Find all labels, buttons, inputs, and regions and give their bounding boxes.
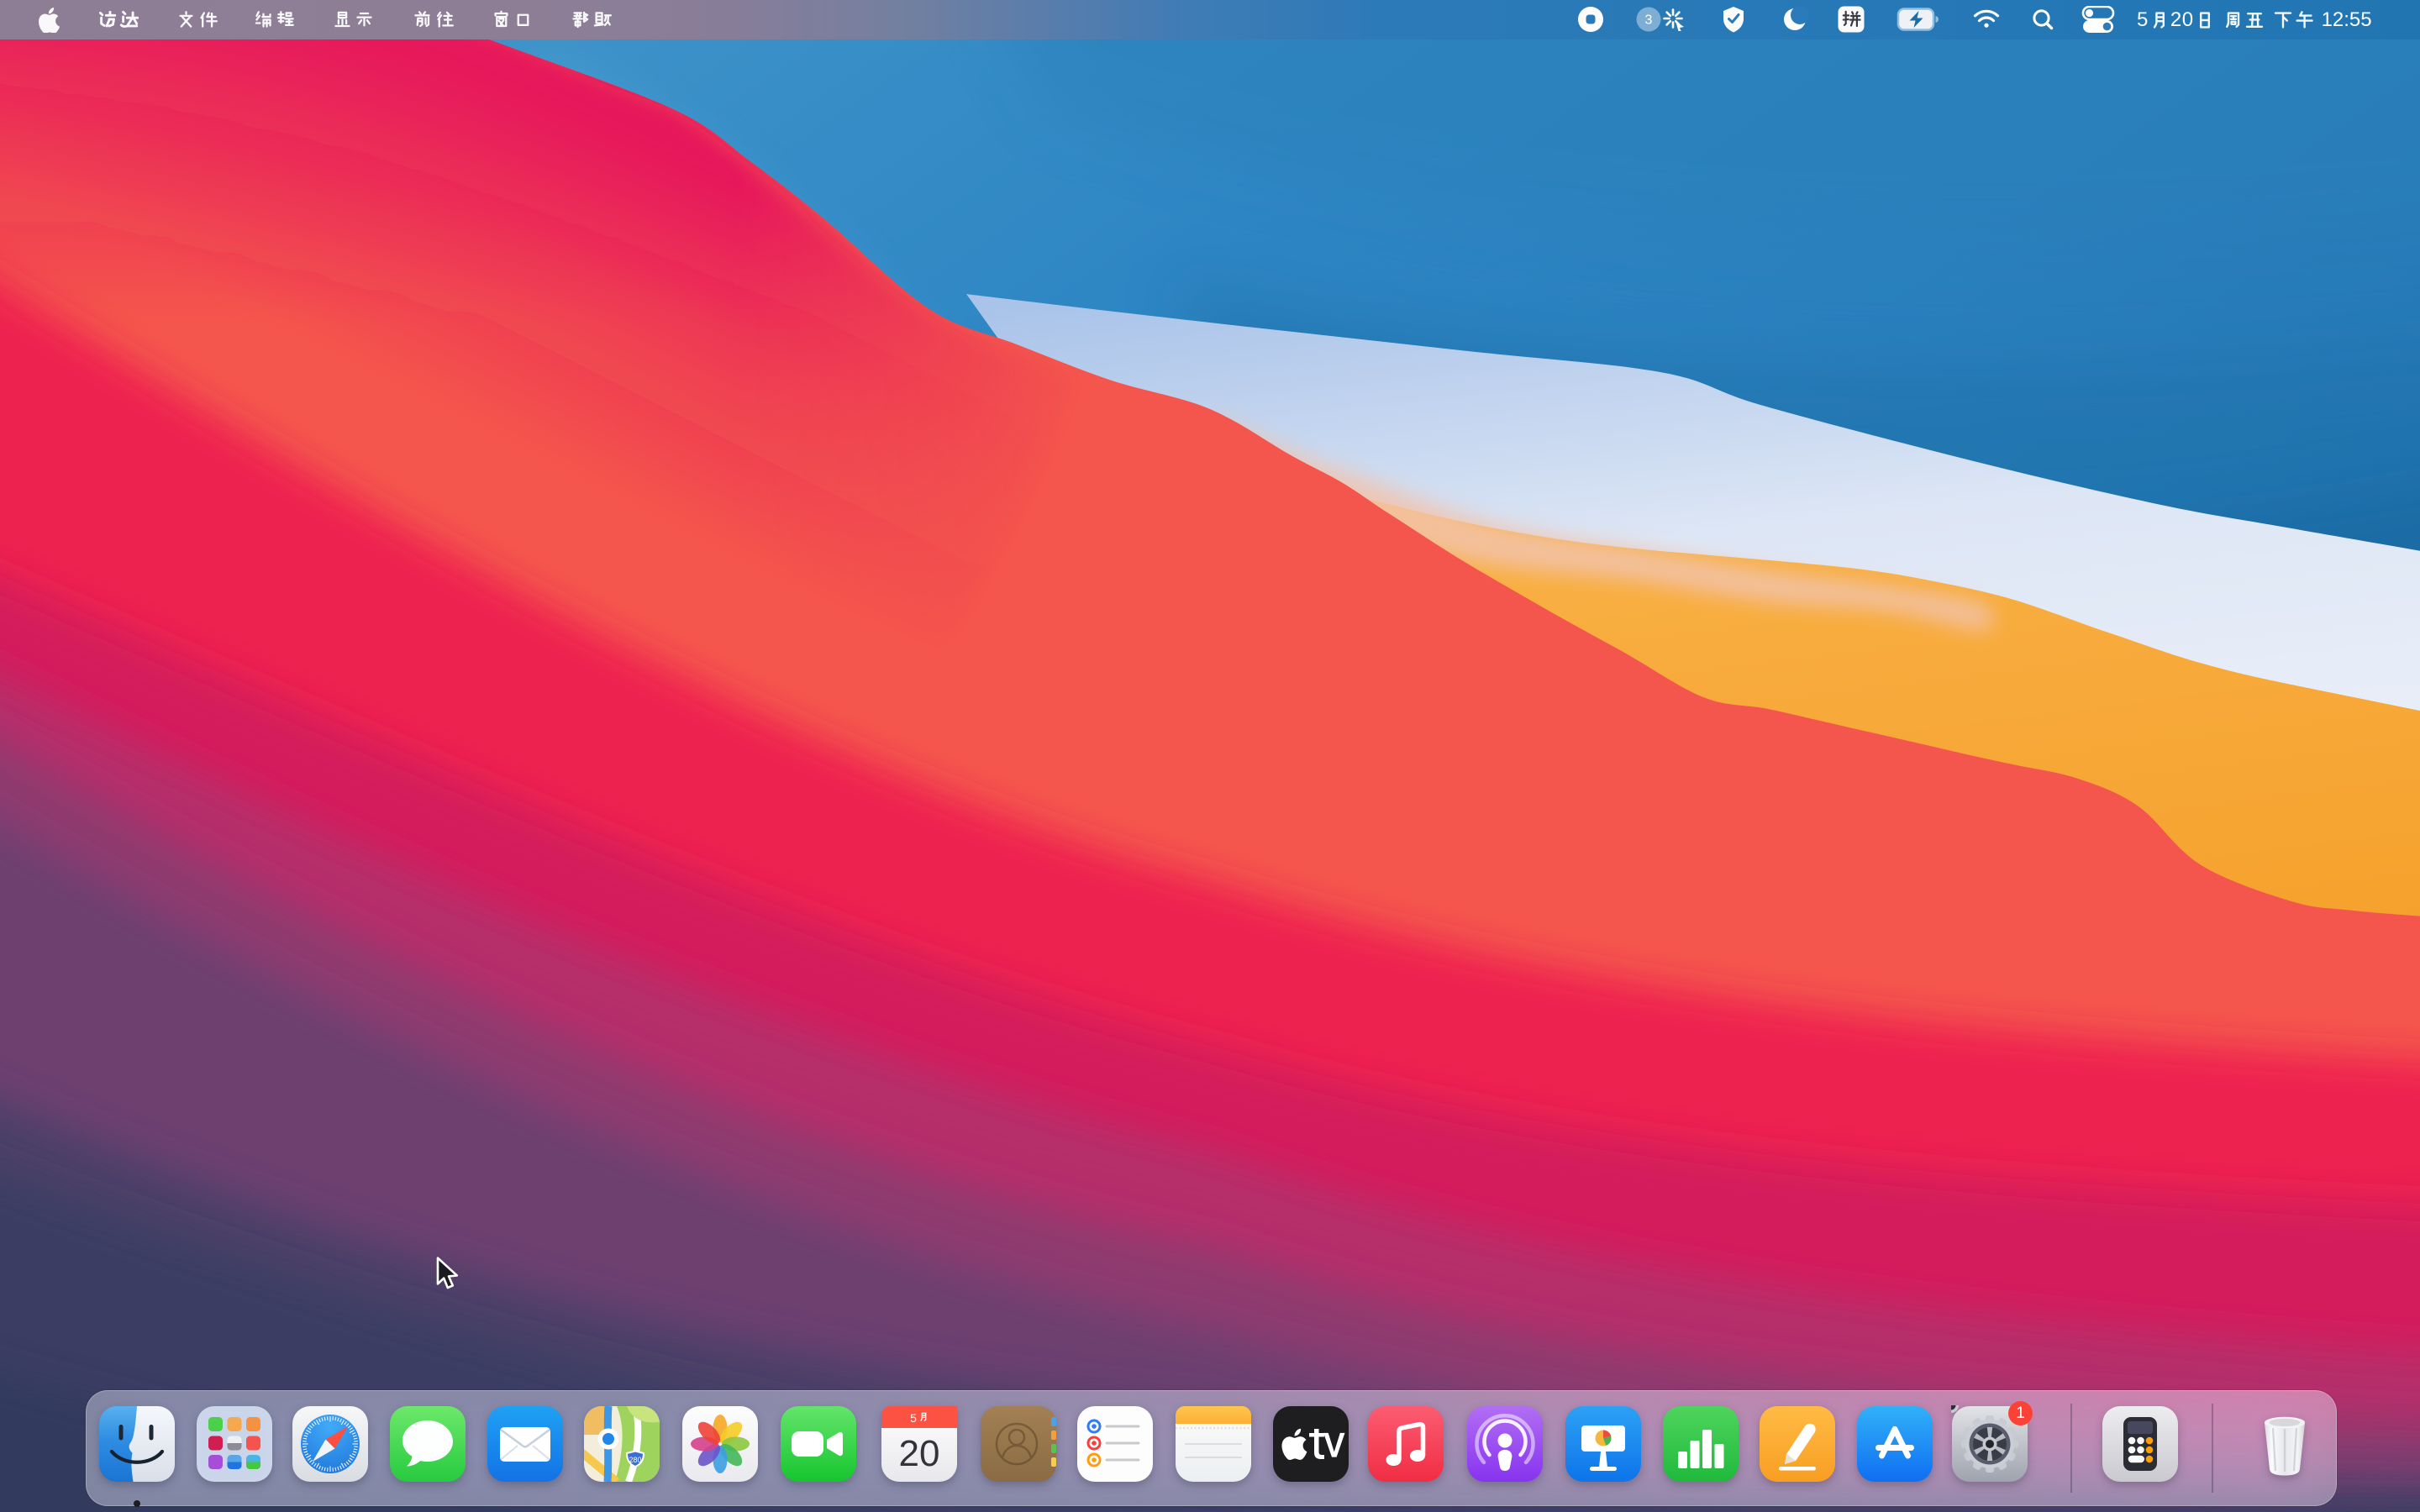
svg-text:3: 3 [1645, 13, 1653, 28]
svg-text:280: 280 [629, 1456, 641, 1464]
svg-text:20: 20 [899, 1433, 940, 1474]
svg-text:5: 5 [910, 1411, 917, 1425]
